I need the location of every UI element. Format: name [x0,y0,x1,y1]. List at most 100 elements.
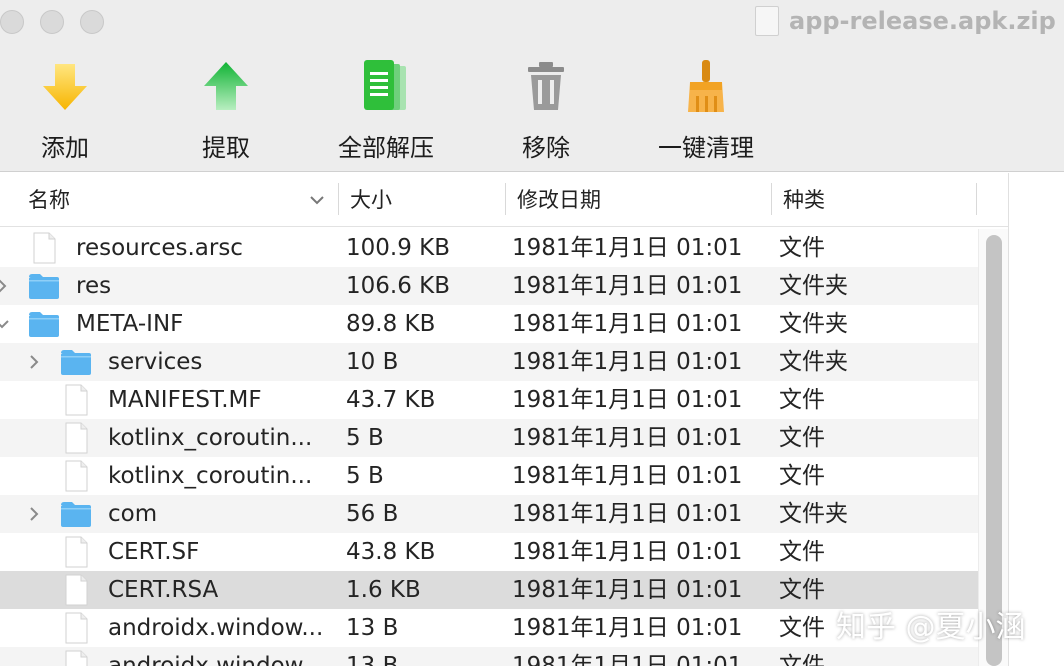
row-name: MANIFEST.MF [108,387,262,413]
row-size: 13 B [346,615,399,641]
row-size: 56 B [346,501,399,527]
row-kind: 文件夹 [779,349,848,375]
table-row[interactable]: CERT.RSA 1.6 KB 1981年1月1日 01:01 文件 [0,571,978,609]
row-size: 43.7 KB [346,387,436,413]
file-icon [65,574,88,606]
close-window-button[interactable] [0,10,24,34]
row-kind: 文件 [779,615,825,641]
row-date: 1981年1月1日 01:01 [512,653,743,666]
column-divider[interactable] [976,183,977,215]
row-size: 100.9 KB [346,235,451,261]
document-stack-icon [364,60,406,110]
remove-label: 移除 [522,134,570,162]
row-size: 89.8 KB [346,311,436,337]
disclosure-collapsed-icon[interactable] [26,505,42,523]
table-row[interactable]: kotlinx_coroutin... 5 B 1981年1月1日 01:01 文件 [0,419,978,457]
row-name: androidx.window... [108,615,324,641]
row-date: 1981年1月1日 01:01 [512,501,743,527]
one-click-clean-button[interactable]: 一键清理 [631,52,781,162]
title-bar: app-release.apk.zip - [0,0,1064,44]
file-icon [65,384,88,416]
row-kind: 文件夹 [779,501,848,527]
disclosure-expanded-icon[interactable] [0,315,10,333]
row-kind: 文件 [779,425,825,451]
row-name: com [108,501,158,527]
row-date: 1981年1月1日 01:01 [512,349,743,375]
extract-all-label: 全部解压 [338,134,434,162]
folder-icon [29,312,59,337]
table-row[interactable]: androidx.window... 13 B 1981年1月1日 01:01 文件 [0,647,978,666]
row-size: 43.8 KB [346,539,436,565]
upload-arrow-icon [204,62,248,110]
column-header-kind[interactable]: 种类 [783,173,825,227]
broom-icon [688,60,724,112]
column-header: 名称 大小 修改日期 种类 [0,173,1008,227]
document-icon [755,6,779,36]
table-row[interactable]: CERT.SF 43.8 KB 1981年1月1日 01:01 文件 [0,533,978,571]
row-name: kotlinx_coroutin... [108,463,313,489]
column-header-size[interactable]: 大小 [350,173,392,227]
row-size: 106.6 KB [346,273,451,299]
row-name: CERT.RSA [108,577,219,603]
row-kind: 文件 [779,235,825,261]
row-date: 1981年1月1日 01:01 [512,539,743,565]
row-size: 13 B [346,653,399,666]
extract-button[interactable]: 提取 [151,52,301,162]
table-row[interactable]: com 56 B 1981年1月1日 01:01 文件夹 [0,495,978,533]
row-date: 1981年1月1日 01:01 [512,615,743,641]
row-kind: 文件夹 [779,273,848,299]
table-row[interactable]: kotlinx_coroutin... 5 B 1981年1月1日 01:01 文件 [0,457,978,495]
window-title: app-release.apk.zip - [755,4,1064,38]
table-row[interactable]: META-INF 89.8 KB 1981年1月1日 01:01 文件夹 [0,305,978,343]
chevron-down-icon[interactable] [308,191,326,209]
file-icon [65,650,88,666]
row-kind: 文件 [779,577,825,603]
table-row[interactable]: MANIFEST.MF 43.7 KB 1981年1月1日 01:01 文件 [0,381,978,419]
row-name: kotlinx_coroutin... [108,425,313,451]
column-header-name[interactable]: 名称 [28,173,70,227]
table-row[interactable]: androidx.window... 13 B 1981年1月1日 01:01 文件 [0,609,978,647]
row-date: 1981年1月1日 01:01 [512,387,743,413]
row-size: 1.6 KB [346,577,421,603]
table-row[interactable]: services 10 B 1981年1月1日 01:01 文件夹 [0,343,978,381]
row-date: 1981年1月1日 01:01 [512,425,743,451]
minimize-window-button[interactable] [40,10,64,34]
row-name: META-INF [76,311,184,337]
row-date: 1981年1月1日 01:01 [512,273,743,299]
file-icon [33,232,56,264]
row-kind: 文件 [779,387,825,413]
zoom-window-button[interactable] [80,10,104,34]
row-name: services [108,349,203,375]
file-list: 名称 大小 修改日期 种类 resources.arsc 100.9 KB 1981… [0,173,1064,666]
row-name: res [76,273,112,299]
disclosure-collapsed-icon[interactable] [0,277,10,295]
column-divider[interactable] [505,183,506,215]
download-arrow-icon [43,64,87,110]
table-row[interactable]: res 106.6 KB 1981年1月1日 01:01 文件夹 [0,267,978,305]
row-name: androidx.window... [108,653,324,666]
folder-icon [61,502,91,527]
folder-icon [61,350,91,375]
row-date: 1981年1月1日 01:01 [512,235,743,261]
row-kind: 文件 [779,653,825,666]
row-size: 5 B [346,425,384,451]
column-header-date[interactable]: 修改日期 [517,173,601,227]
column-divider[interactable] [771,183,772,215]
toolbar: 添加 提取 全部解压 移除 一键清理 [0,44,1064,172]
column-divider[interactable] [338,183,339,215]
row-kind: 文件夹 [779,311,848,337]
add-button[interactable]: 添加 [0,52,140,162]
side-pane [1008,173,1064,666]
remove-button[interactable]: 移除 [471,52,621,162]
row-date: 1981年1月1日 01:01 [512,463,743,489]
file-icon [65,536,88,568]
folder-icon [29,274,59,299]
table-row[interactable]: resources.arsc 100.9 KB 1981年1月1日 01:01 文件 [0,229,978,267]
row-size: 10 B [346,349,399,375]
add-label: 添加 [41,134,89,162]
window-title-text: app-release.apk.zip - [789,7,1064,35]
disclosure-collapsed-icon[interactable] [26,353,42,371]
watermark: 知乎 @夏小涵 [836,610,1026,645]
extract-all-button[interactable]: 全部解压 [311,52,461,162]
file-rows: resources.arsc 100.9 KB 1981年1月1日 01:01 文件 r… [0,229,978,666]
